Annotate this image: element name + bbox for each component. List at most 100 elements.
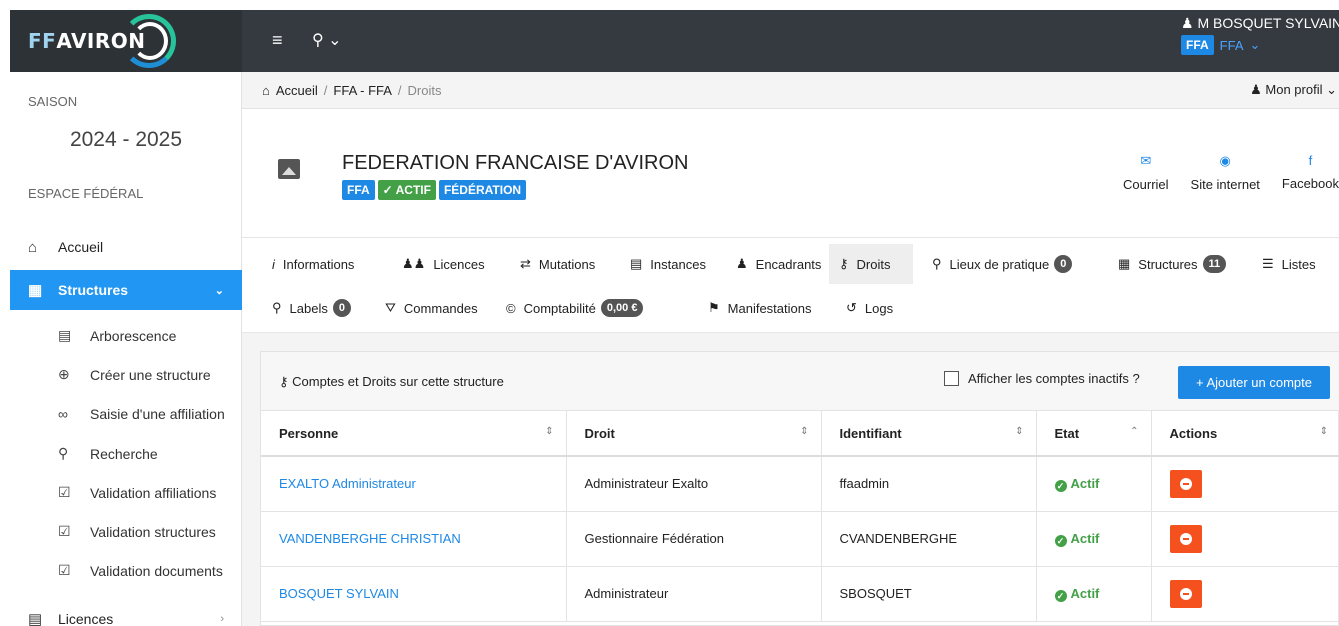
profile-label: Mon profil: [1265, 82, 1323, 97]
copyright-icon: ©: [506, 300, 516, 316]
tab-label: Licences: [433, 256, 485, 272]
type-badge: FÉDÉRATION: [438, 180, 527, 200]
checklist-icon: ☑: [58, 562, 71, 578]
website-link[interactable]: ◉ Site internet: [1191, 153, 1260, 192]
person-link[interactable]: VANDENBERGHE CHRISTIAN: [279, 531, 461, 546]
cell-identifiant: ffaadmin: [821, 456, 1037, 512]
table-row: EXALTO Administrateur Administrateur Exa…: [261, 456, 1339, 512]
tab-comptabilite[interactable]: © Comptabilité 0,00 €: [496, 288, 653, 328]
tab-label: Logs: [864, 300, 894, 316]
sort-icon[interactable]: ⇕: [1015, 426, 1023, 437]
org-header: FEDERATION FRANCAISE D'AVIRON FFA ✓ ACTI…: [242, 109, 1339, 237]
hierarchy-icon: ▤: [58, 327, 72, 343]
cell-personne: BOSQUET SYLVAIN: [261, 566, 567, 622]
sidebar-item-label: Licences: [58, 611, 114, 626]
amount-badge: 0,00 €: [600, 299, 644, 317]
tab-labels[interactable]: ⚲ Labels 0: [262, 288, 361, 328]
tab-informations[interactable]: i Informations: [262, 244, 364, 284]
table-row: BOSQUET SYLVAIN Administrateur SBOSQUET …: [261, 566, 1339, 622]
logo[interactable]: FFAVIRON: [10, 10, 242, 72]
tab-logs[interactable]: ↺ Logs: [836, 288, 903, 328]
minus-circle-icon: [1179, 587, 1192, 600]
user-icon: ♟: [1250, 82, 1262, 97]
cell-etat: ✓ Actif: [1036, 566, 1152, 622]
facebook-link[interactable]: f Facebook: [1282, 153, 1339, 192]
tab-encadrants[interactable]: ♟ Encadrants: [726, 244, 831, 284]
top-bar: FFAVIRON ≡ ⚲ ⌄ ♟ M BOSQUET SYLVAIN FFA F…: [10, 10, 1339, 72]
checkbox-box[interactable]: [944, 371, 959, 386]
email-link[interactable]: ✉ Courriel: [1123, 153, 1169, 192]
status-text: Actif: [1070, 585, 1100, 601]
history-icon: ↺: [846, 300, 857, 315]
sidebar-item-label: Saisie d'une affiliation: [90, 405, 225, 422]
show-inactive-checkbox[interactable]: Afficher les comptes inactifs ?: [944, 371, 1140, 386]
sidebar-item-label: Validation documents: [90, 562, 223, 579]
sidebar-item-licences[interactable]: ▤ Licences ›: [10, 599, 242, 626]
remove-button[interactable]: [1169, 469, 1202, 498]
tab-mutations[interactable]: ⇄ Mutations: [510, 244, 605, 284]
sidebar-subitem-arborescence[interactable]: ▤ Arborescence: [10, 316, 242, 355]
email-label: Courriel: [1123, 177, 1169, 192]
sidebar-subitem-validation-documents[interactable]: ☑ Validation documents: [10, 551, 242, 590]
sort-icon[interactable]: ⇕: [800, 426, 808, 437]
column-header-identifiant[interactable]: Identifiant ⇕: [821, 411, 1037, 457]
tab-commandes[interactable]: ⛛ Commandes: [375, 288, 488, 328]
tab-label: Lieux de pratique: [949, 256, 1050, 272]
logo-inner-ring-icon: [132, 22, 168, 60]
search-icon[interactable]: ⚲ ⌄: [312, 30, 342, 50]
season-value[interactable]: 2024 - 2025: [10, 128, 242, 152]
person-link[interactable]: EXALTO Administrateur: [279, 476, 416, 491]
chevron-down-icon[interactable]: ⌄: [1250, 37, 1261, 53]
remove-button[interactable]: [1169, 524, 1202, 553]
status-badge: ✓ ACTIF: [377, 180, 436, 200]
column-header-etat[interactable]: Etat ⌃: [1036, 411, 1152, 457]
add-account-button[interactable]: + Ajouter un compte: [1178, 366, 1330, 399]
sidebar-subitem-affiliation[interactable]: ∞ Saisie d'une affiliation: [10, 394, 242, 433]
cell-droit: Gestionnaire Fédération: [566, 511, 822, 567]
hamburger-icon[interactable]: ≡: [272, 30, 283, 51]
org-switcher[interactable]: FFA: [1220, 38, 1244, 53]
column-header-actions[interactable]: Actions ⇕: [1151, 411, 1339, 457]
facebook-icon: f: [1308, 153, 1313, 168]
org-code-badge: FFA: [342, 180, 375, 200]
sidebar-subitem-validation-structures[interactable]: ☑ Validation structures: [10, 512, 242, 551]
tab-licences[interactable]: ♟♟ Licences: [392, 244, 495, 284]
breadcrumb-current: Droits: [407, 82, 442, 98]
tab-listes[interactable]: ☰ Listes: [1252, 244, 1326, 284]
sort-icon[interactable]: ⇕: [545, 426, 553, 437]
remove-button[interactable]: [1169, 579, 1202, 608]
column-header-personne[interactable]: Personne ⇕: [261, 411, 567, 457]
sidebar-item-accueil[interactable]: ⌂ Accueil: [10, 227, 242, 267]
tab-label: Informations: [282, 256, 355, 272]
person-link[interactable]: BOSQUET SYLVAIN: [279, 586, 399, 601]
breadcrumb-home[interactable]: Accueil: [276, 83, 318, 98]
tab-droits[interactable]: ⚷ Droits: [829, 244, 913, 284]
sidebar-subitem-recherche[interactable]: ⚲ Recherche: [10, 434, 242, 473]
profile-menu[interactable]: ♟ Mon profil ⌄: [1250, 82, 1337, 98]
sort-icon[interactable]: ⇕: [1320, 426, 1328, 437]
user-name: ♟ M BOSQUET SYLVAIN: [1181, 15, 1339, 31]
list-icon: ☰: [1262, 256, 1274, 271]
breadcrumb: ⌂ Accueil / FFA - FFA / Droits ♟ Mon pro…: [242, 72, 1339, 109]
count-badge: 0: [332, 299, 351, 317]
cell-identifiant: CVANDENBERGHE: [821, 511, 1037, 567]
user-menu[interactable]: ♟ M BOSQUET SYLVAIN FFA FFA ⌄: [1181, 15, 1339, 55]
column-label: Actions: [1169, 425, 1218, 441]
tab-manifestations[interactable]: ⚑ Manifestations: [698, 288, 821, 328]
home-icon[interactable]: ⌂: [262, 83, 270, 98]
tab-instances[interactable]: ▤ Instances: [620, 244, 716, 284]
sidebar-item-structures[interactable]: ▦ Structures ⌄: [10, 270, 242, 310]
sidebar-item-label: Recherche: [90, 445, 158, 462]
tab-structures[interactable]: ▦ Structures 11: [1108, 244, 1236, 284]
count-badge: 11: [1202, 255, 1227, 273]
column-header-droit[interactable]: Droit ⇕: [566, 411, 822, 457]
map-pin-icon: ⚲: [932, 256, 942, 271]
sidebar-subitem-creer-structure[interactable]: ⊕ Créer une structure: [10, 355, 242, 394]
sidebar-item-label: Validation affiliations: [90, 484, 217, 501]
sort-asc-icon[interactable]: ⌃: [1130, 426, 1138, 437]
tab-lieux[interactable]: ⚲ Lieux de pratique 0: [922, 244, 1082, 284]
season-label: SAISON: [28, 94, 78, 109]
breadcrumb-org[interactable]: FFA - FFA: [333, 83, 392, 98]
sidebar-subitem-validation-affiliations[interactable]: ☑ Validation affiliations: [10, 473, 242, 512]
rights-table: Personne ⇕ Droit ⇕ Identifiant ⇕ Etat ⌃ Acti…: [261, 411, 1339, 622]
